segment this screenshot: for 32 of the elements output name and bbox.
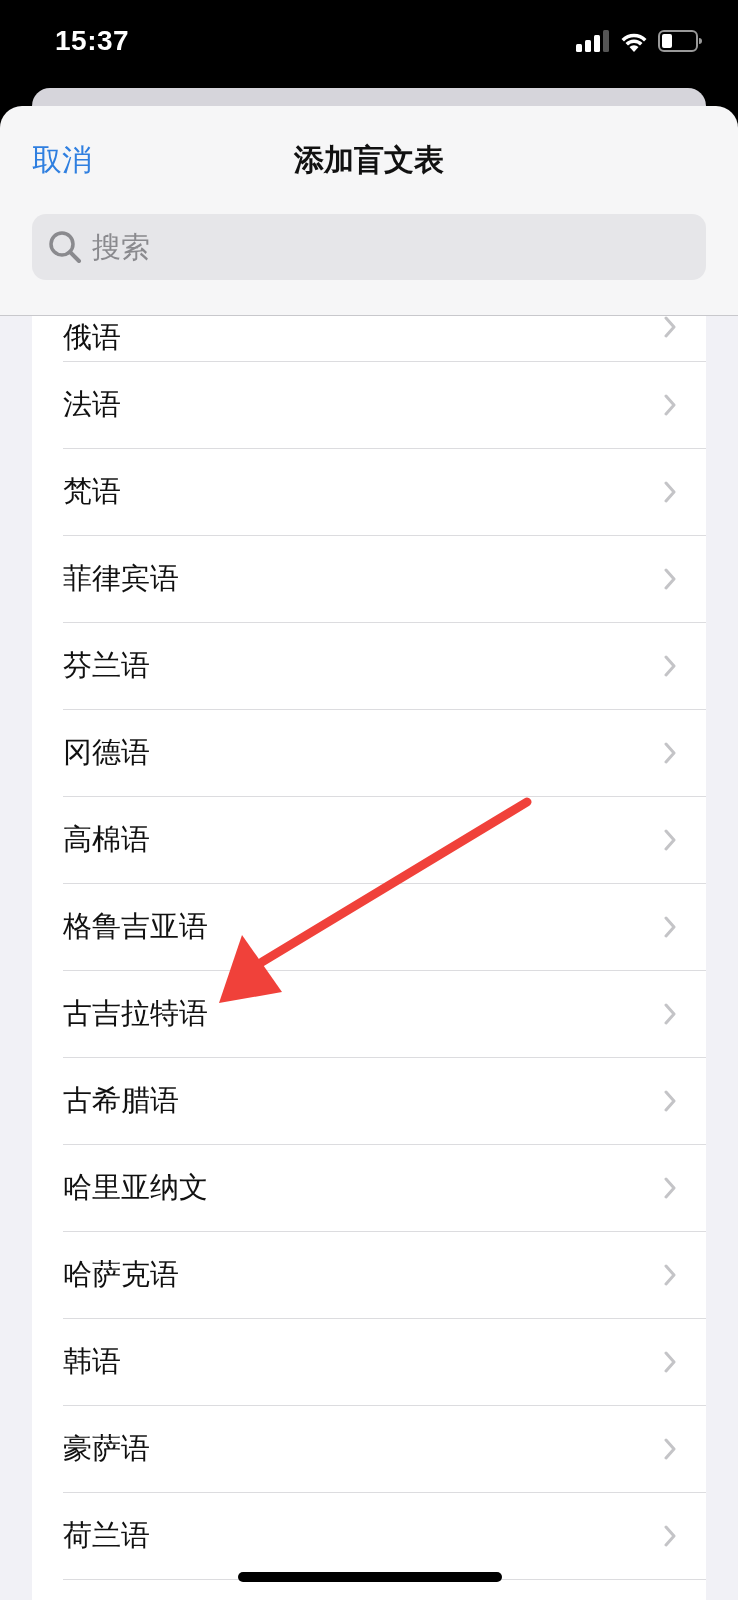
chevron-right-icon (664, 1525, 676, 1547)
chevron-right-icon (664, 1003, 676, 1025)
chevron-right-icon (664, 1090, 676, 1112)
chevron-right-icon (664, 481, 676, 503)
language-list-item[interactable]: 哈里亚纳文 (63, 1145, 706, 1232)
language-list-item[interactable]: 俄语 (63, 316, 706, 362)
sheet-title: 添加盲文表 (294, 141, 444, 178)
language-list-item[interactable]: 高棉语 (63, 797, 706, 884)
search-field[interactable]: 搜索 (32, 214, 706, 280)
chevron-right-icon (664, 1438, 676, 1460)
language-list-item[interactable]: 豪萨语 (63, 1406, 706, 1493)
chevron-right-icon (664, 1351, 676, 1373)
chevron-right-icon (664, 916, 676, 938)
cancel-button[interactable]: 取消 (32, 139, 92, 181)
chevron-right-icon (664, 1264, 676, 1286)
chevron-right-icon (664, 742, 676, 764)
language-list-item[interactable]: 梵语 (63, 449, 706, 536)
language-list-item[interactable]: 芬兰语 (63, 623, 706, 710)
battery-icon (658, 30, 702, 52)
language-list-item[interactable]: 韩语 (63, 1319, 706, 1406)
chevron-right-icon (664, 655, 676, 677)
language-list-item[interactable]: 法语 (63, 362, 706, 449)
language-list-item[interactable]: 菲律宾语 (63, 536, 706, 623)
chevron-right-icon (664, 394, 676, 416)
language-list-item[interactable]: 古希腊语 (63, 1058, 706, 1145)
language-list-item[interactable]: 哈萨克语 (63, 1232, 706, 1319)
signal-icon (576, 30, 610, 52)
chevron-right-icon (664, 568, 676, 590)
clock-time: 15:37 (55, 25, 130, 57)
chevron-right-icon (664, 1177, 676, 1199)
language-list-item[interactable]: 冈德语 (63, 710, 706, 797)
chevron-right-icon (664, 829, 676, 851)
